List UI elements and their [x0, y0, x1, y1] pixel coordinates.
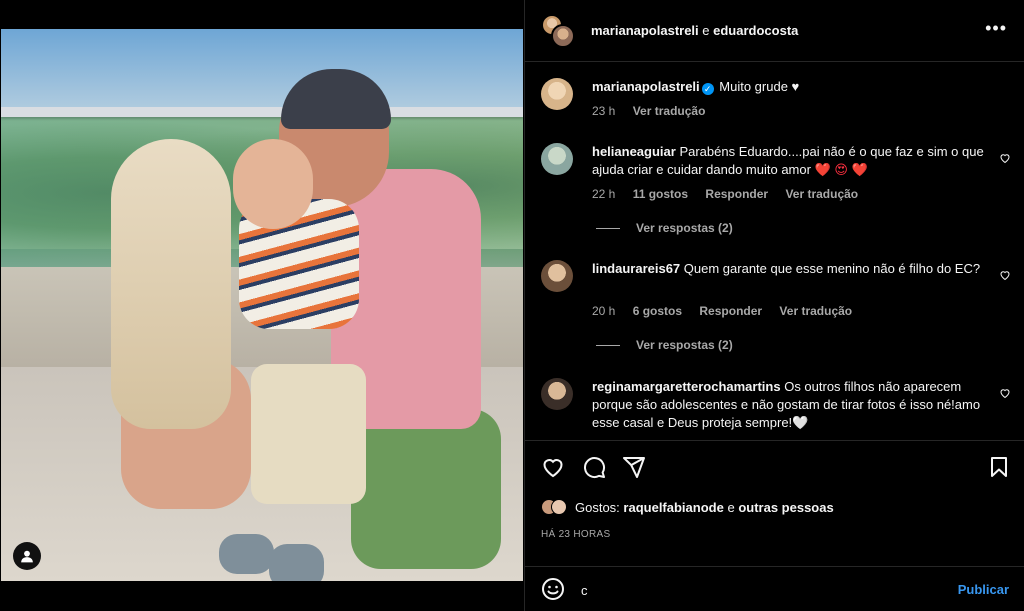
caption-body: Muito grude ♥ — [719, 79, 800, 94]
translate-link[interactable]: Ver tradução — [785, 187, 858, 201]
author-separator: e — [702, 23, 710, 38]
avatar[interactable] — [541, 143, 573, 175]
timestamp[interactable]: 20 h — [592, 304, 615, 318]
verified-icon: ✓ — [701, 83, 714, 95]
reply-button[interactable]: Responder — [699, 304, 762, 318]
comment-icon[interactable] — [582, 455, 606, 479]
comment: helianeaguiar Parabéns Eduardo....pai nã… — [541, 143, 1011, 243]
post-actions: Gostos: raquelfabianode e outras pessoas… — [525, 440, 1024, 611]
comment-composer: Publicar — [525, 566, 1024, 611]
view-replies-button[interactable]: Ver respostas (2) — [596, 338, 733, 352]
caption: marianapolastreli ✓ Muito grude ♥ 23 h Ve… — [541, 78, 1011, 128]
comment-text: reginamargaretterochamartins Os outros f… — [592, 378, 987, 432]
comment-input[interactable] — [581, 579, 941, 601]
emoji-icon[interactable] — [541, 577, 565, 601]
comment-likes[interactable]: 6 gostos — [633, 304, 682, 318]
photo-boy-head — [233, 139, 313, 229]
comment-likes[interactable]: 11 gostos — [633, 187, 688, 201]
likes-prefix: Gostos: — [575, 499, 620, 515]
likes-summary: Gostos: raquelfabianode e outras pessoas — [541, 499, 834, 515]
comment-text: lindaurareis67 Quem garante que esse men… — [592, 260, 987, 278]
heart-icon[interactable] — [999, 269, 1011, 281]
comment: reginamargaretterochamartins Os outros f… — [541, 378, 1011, 438]
view-replies-label: Ver respostas (2) — [636, 338, 733, 352]
caption-username[interactable]: marianapolastreli — [592, 79, 700, 94]
replies-line — [596, 228, 620, 230]
comment-meta: 20 h 6 gostos Responder Ver tradução — [592, 304, 866, 318]
share-icon[interactable] — [622, 455, 646, 479]
post-timestamp[interactable]: HÁ 23 HORAS — [541, 529, 610, 540]
translate-link[interactable]: Ver tradução — [633, 104, 706, 118]
comment-text: helianeaguiar Parabéns Eduardo....pai nã… — [592, 143, 987, 179]
avatar[interactable] — [541, 378, 573, 410]
view-replies-label: Ver respostas (2) — [636, 221, 733, 235]
heart-icon[interactable] — [999, 152, 1011, 164]
post-media — [0, 0, 524, 611]
liker-username[interactable]: raquelfabianode — [623, 500, 723, 515]
avatar[interactable] — [541, 78, 573, 110]
view-replies-button[interactable]: Ver respostas (2) — [596, 221, 733, 235]
post-side-panel: marianapolastreli e eduardocosta ••• mar… — [524, 0, 1024, 611]
avatar — [551, 24, 575, 48]
author-link[interactable]: marianapolastreli — [591, 23, 699, 38]
likes-others-link[interactable]: outras pessoas — [738, 500, 833, 515]
publish-button[interactable]: Publicar — [958, 582, 1009, 597]
comment-emojis: ❤️ 😍 ❤️ — [814, 162, 868, 177]
comment-username[interactable]: helianeaguiar — [592, 144, 676, 159]
translate-link[interactable]: Ver tradução — [779, 304, 852, 318]
replies-line — [596, 345, 620, 347]
bookmark-icon[interactable] — [987, 455, 1011, 479]
tagged-users-button[interactable] — [13, 542, 41, 570]
photo-boy-shoe — [219, 534, 274, 574]
photo-woman — [111, 139, 231, 429]
comment: lindaurareis67 Quem garante que esse men… — [541, 260, 1011, 360]
photo-boy-shorts — [251, 364, 366, 504]
comment-username[interactable]: reginamargaretterochamartins — [592, 379, 781, 394]
post-authors: marianapolastreli e eduardocosta — [591, 23, 798, 38]
comment-username[interactable]: lindaurareis67 — [592, 261, 680, 276]
photo-man-pants — [351, 409, 501, 569]
avatar — [551, 499, 567, 515]
heart-icon[interactable] — [541, 455, 565, 479]
post-header: marianapolastreli e eduardocosta ••• — [525, 0, 1024, 62]
heart-icon[interactable] — [999, 387, 1011, 399]
caption-text: marianapolastreli ✓ Muito grude ♥ — [592, 78, 987, 96]
photo-rail — [1, 107, 523, 117]
photo-boy-shoe — [269, 544, 324, 581]
reply-button[interactable]: Responder — [705, 187, 768, 201]
avatar[interactable] — [541, 260, 573, 292]
caption-meta: 23 h Ver tradução — [592, 104, 719, 118]
photo-sky — [1, 29, 523, 119]
timestamp[interactable]: 22 h — [592, 187, 615, 201]
likes-and: e — [727, 499, 735, 515]
author-link[interactable]: eduardocosta — [713, 23, 798, 38]
comment-meta: 22 h 11 gostos Responder Ver tradução — [592, 187, 872, 201]
user-icon — [21, 550, 33, 563]
comment-body: Quem garante que esse menino não é filho… — [683, 261, 981, 276]
timestamp[interactable]: 23 h — [592, 104, 615, 118]
collab-avatars[interactable] — [541, 14, 575, 48]
more-horizontal-icon[interactable]: ••• — [985, 19, 1007, 37]
post-photo[interactable] — [1, 29, 523, 581]
